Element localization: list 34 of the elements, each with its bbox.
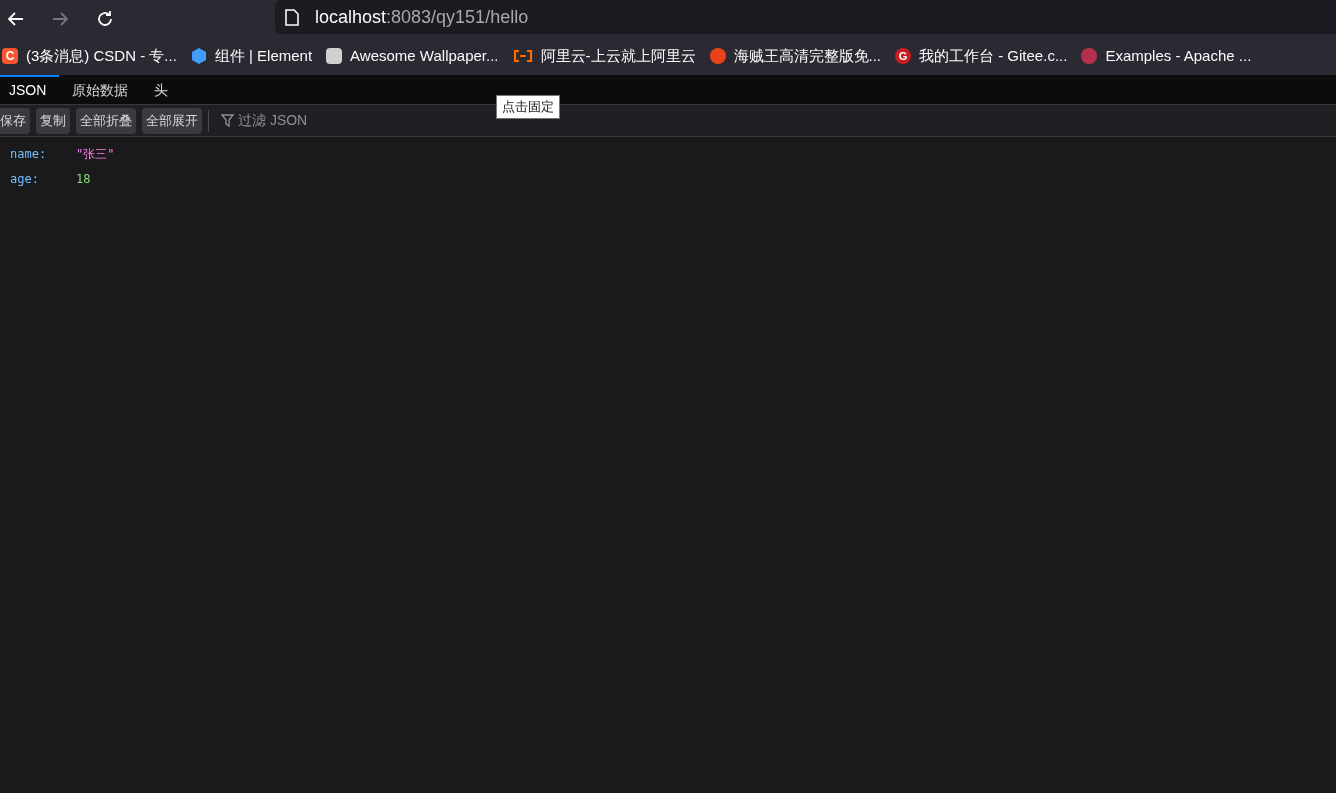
toolbar-button[interactable]: 全部展开 [142,107,202,134]
bookmark-item[interactable]: G 我的工作台 - Gitee.c... [895,44,1068,68]
site-icon: C [2,48,18,64]
json-value: 18 [76,170,91,188]
bookmark-label: 阿里云-上云就上阿里云 [540,45,696,66]
bookmark-label: 海贼王高清完整版免... [733,45,882,66]
bookmark-label: Examples - Apache ... [1105,45,1252,66]
bookmark-item[interactable]: C (3条消息) CSDN - 专... [2,44,177,68]
tooltip: 点击固定 [496,95,560,119]
filter-icon [221,113,234,128]
bookmark-label: (3条消息) CSDN - 专... [26,45,177,66]
reload-icon[interactable] [95,8,115,29]
bookmark-label: Awesome Wallpaper... [350,45,499,66]
bookmark-item[interactable]: 海贼王高清完整版免... [709,44,882,68]
bookmark-label: 我的工作台 - Gitee.c... [919,45,1068,66]
toolbar-button[interactable]: 全部折叠 [76,107,136,134]
json-key: age: [0,169,76,188]
toolbar-button[interactable]: 保存 [0,107,30,134]
json-key: name: [0,144,76,163]
filter-field[interactable]: 过滤 JSON [238,110,438,131]
page-icon [285,8,299,26]
toolbar-button[interactable]: 复制 [36,107,70,134]
address-field[interactable]: localhost:8083/qy151/hello [275,0,1336,34]
viewer-tab[interactable]: 头 [141,75,182,104]
viewer-tab[interactable]: 原始数据 [59,75,142,104]
url-host: localhost [315,5,387,29]
bookmark-item[interactable]: Awesome Wallpaper... [326,44,499,68]
bookmark-item[interactable]: 阿里云-上云就上阿里云 [512,44,696,68]
json-value: "张三" [76,145,115,163]
bookmark-label: 组件 | Element [214,45,313,66]
bookmark-item[interactable]: 组件 | Element [190,44,313,68]
site-icon: G [895,48,912,64]
url-path: :8083/qy151/hello [386,5,529,29]
bookmark-item[interactable]: Examples - Apache ... [1081,44,1252,68]
